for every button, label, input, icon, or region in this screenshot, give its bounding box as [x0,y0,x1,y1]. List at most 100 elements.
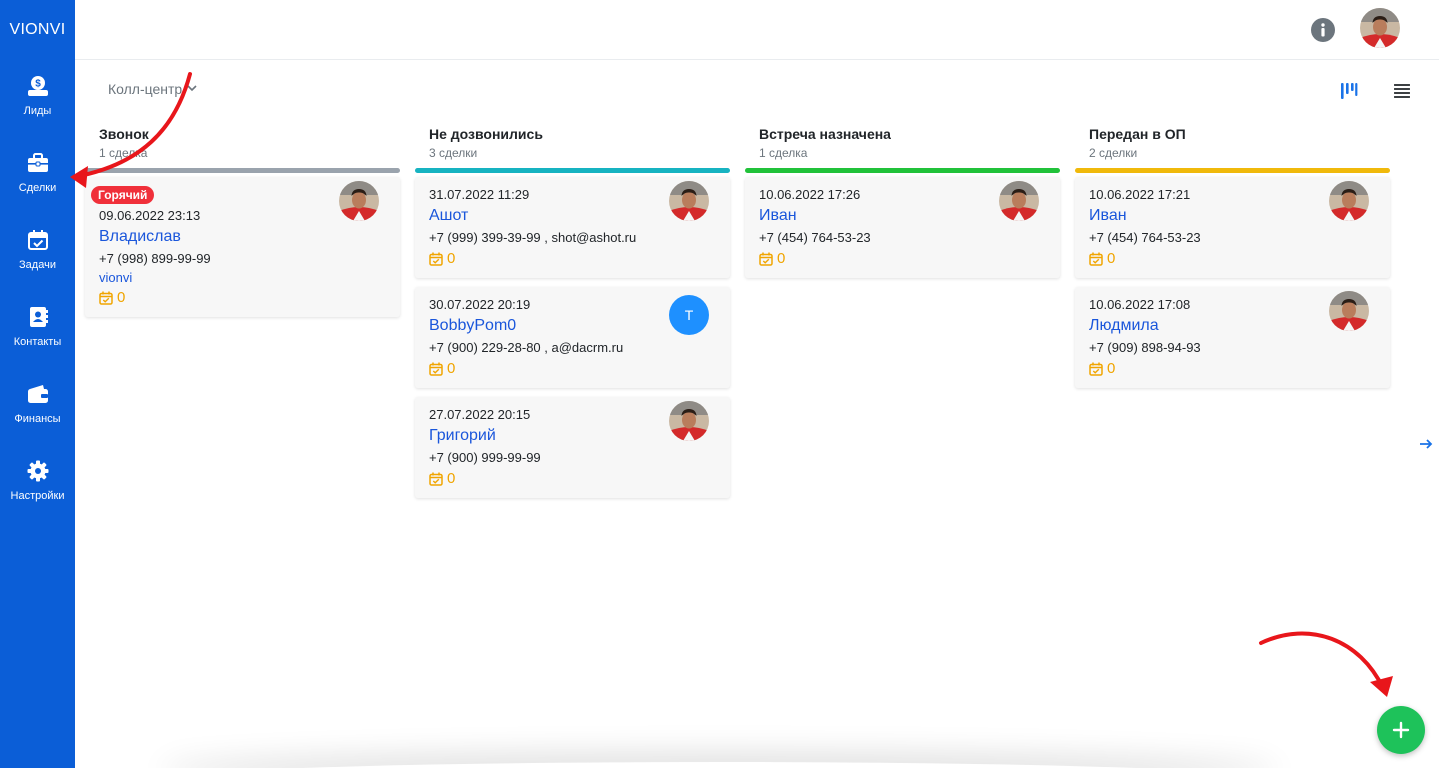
deal-tasks[interactable]: 0 [759,248,1048,270]
column-header: Звонок 1 сделка [85,124,400,168]
column-header: Передан в ОП 2 сделки [1075,124,1390,168]
kanban-column-no-answer: Не дозвонились 3 сделки 31.07.2022 11:29… [415,124,730,507]
kanban-view-icon[interactable] [1340,82,1358,100]
brand-logo[interactable]: VIONVI [0,0,75,60]
gear-icon [26,459,50,483]
column-count: 1 сделка [99,146,148,160]
deal-contact: +7 (900) 229-28-80 , a@dacrm.ru [429,340,624,355]
deal-tasks[interactable]: 0 [429,248,718,270]
sidebar-item-deals[interactable]: Сделки [0,137,75,214]
scroll-right-arrow-icon[interactable] [1418,436,1434,452]
task-count: 0 [447,250,456,267]
task-icon [429,472,443,486]
column-title: Звонок [99,126,149,142]
deal-card[interactable]: 10.06.2022 17:26 Иван +7 (454) 764-53-23… [745,177,1060,278]
deal-tasks[interactable]: 0 [429,468,718,490]
plus-icon [1392,721,1410,739]
deal-contact: +7 (454) 764-53-23 [759,230,871,245]
column-color-bar [85,168,400,173]
responsible-avatar [1329,291,1369,331]
deal-card[interactable]: 10.06.2022 17:21 Иван +7 (454) 764-53-23… [1075,177,1390,278]
deal-tag[interactable]: vionvi [99,269,388,287]
column-title: Передан в ОП [1089,126,1186,142]
chevron-down-icon [186,81,198,97]
info-icon[interactable] [1311,18,1335,42]
deal-tasks[interactable]: 0 [429,358,718,380]
task-icon [1089,252,1103,266]
kanban-column-transferred: Передан в ОП 2 сделки 10.06.2022 17:21 И… [1075,124,1390,397]
money-bag-icon: $ [26,74,50,98]
list-view-icon[interactable] [1393,83,1411,99]
column-count: 1 сделка [759,146,808,160]
responsible-avatar [1329,181,1369,221]
sidebar-item-tasks[interactable]: Задачи [0,214,75,291]
sidebar-item-settings[interactable]: Настройки [0,445,75,522]
task-count: 0 [1107,360,1116,377]
column-title: Не дозвонились [429,126,543,142]
task-icon [99,291,113,305]
bottom-shadow [160,762,1279,768]
sidebar-item-label: Сделки [18,182,57,194]
add-deal-button[interactable] [1377,706,1425,754]
sidebar-item-label: Настройки [10,490,65,502]
sidebar-item-label: Финансы [14,413,61,425]
task-count: 0 [117,289,126,306]
task-icon [759,252,773,266]
pipeline-select-value: Колл-центр [108,81,183,97]
kanban-column-meeting: Встреча назначена 1 сделка 10.06.2022 17… [745,124,1060,287]
sidebar-item-leads[interactable]: $ Лиды [0,60,75,137]
sidebar-item-finance[interactable]: Финансы [0,368,75,445]
top-header [75,0,1439,60]
sidebar: VIONVI $ Лиды Сделки Задачи Контакты Фин… [0,0,75,768]
sidebar-item-label: Лиды [23,105,52,117]
pipeline-select[interactable]: Колл-центр [108,81,198,97]
kanban-column-call: Звонок 1 сделка Горячий 09.06.2022 23:13… [85,124,400,326]
app-root: VIONVI $ Лиды Сделки Задачи Контакты Фин… [0,0,1439,768]
task-icon [429,252,443,266]
deal-contact: +7 (909) 898-94-93 [1089,340,1201,355]
sidebar-item-contacts[interactable]: Контакты [0,291,75,368]
responsible-avatar [339,181,379,221]
responsible-avatar-letter: T [669,295,709,335]
deal-card[interactable]: 31.07.2022 11:29 Ашот +7 (999) 399-39-99… [415,177,730,278]
deal-contact: +7 (454) 764-53-23 [1089,230,1201,245]
sidebar-item-label: Контакты [13,336,62,348]
task-count: 0 [777,250,786,267]
responsible-avatar [669,401,709,441]
task-icon [429,362,443,376]
wallet-icon [26,382,50,406]
deal-contact: +7 (998) 899-99-99 [99,251,211,266]
column-count: 2 сделки [1089,146,1138,160]
deal-tasks[interactable]: 0 [1089,248,1378,270]
deal-tasks[interactable]: 0 [99,287,388,309]
task-icon [1089,362,1103,376]
column-header: Встреча назначена 1 сделка [745,124,1060,168]
deal-name[interactable]: Владислав [99,225,388,249]
user-avatar[interactable] [1360,8,1400,48]
contact-book-icon [26,305,50,329]
column-count: 3 сделки [429,146,478,160]
annotation-arrow-to-add [1259,631,1385,690]
column-title: Встреча назначена [759,126,891,142]
briefcase-icon [26,151,50,175]
column-header: Не дозвонились 3 сделки [415,124,730,168]
task-count: 0 [447,470,456,487]
column-color-bar [415,168,730,173]
task-count: 0 [1107,250,1116,267]
column-color-bar [745,168,1060,173]
responsible-avatar [999,181,1039,221]
calendar-check-icon [26,228,50,252]
deal-contact: +7 (999) 399-39-99 , shot@ashot.ru [429,230,637,245]
annotation-arrowhead-add [1370,676,1393,697]
deal-card[interactable]: 27.07.2022 20:15 Григорий +7 (900) 999-9… [415,397,730,498]
deal-card[interactable]: 30.07.2022 20:19 BobbyPom0 +7 (900) 229-… [415,287,730,388]
svg-text:$: $ [35,79,41,90]
deal-card[interactable]: 10.06.2022 17:08 Людмила +7 (909) 898-94… [1075,287,1390,388]
deal-tasks[interactable]: 0 [1089,358,1378,380]
deal-card[interactable]: Горячий 09.06.2022 23:13 Владислав +7 (9… [85,177,400,317]
hot-badge: Горячий [91,186,155,204]
deal-contact: +7 (900) 999-99-99 [429,450,541,465]
sidebar-item-label: Задачи [19,259,56,271]
responsible-avatar [669,181,709,221]
task-count: 0 [447,360,456,377]
